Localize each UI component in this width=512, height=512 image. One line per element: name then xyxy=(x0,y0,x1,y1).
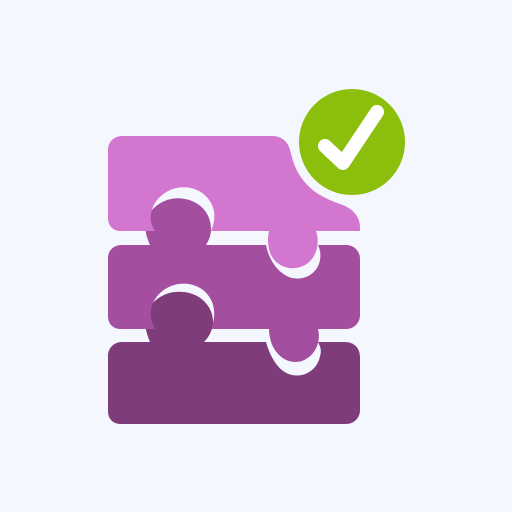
puzzle-stack-check-icon xyxy=(108,80,414,424)
check-badge-icon xyxy=(290,80,414,204)
app-icon-canvas xyxy=(0,0,512,512)
